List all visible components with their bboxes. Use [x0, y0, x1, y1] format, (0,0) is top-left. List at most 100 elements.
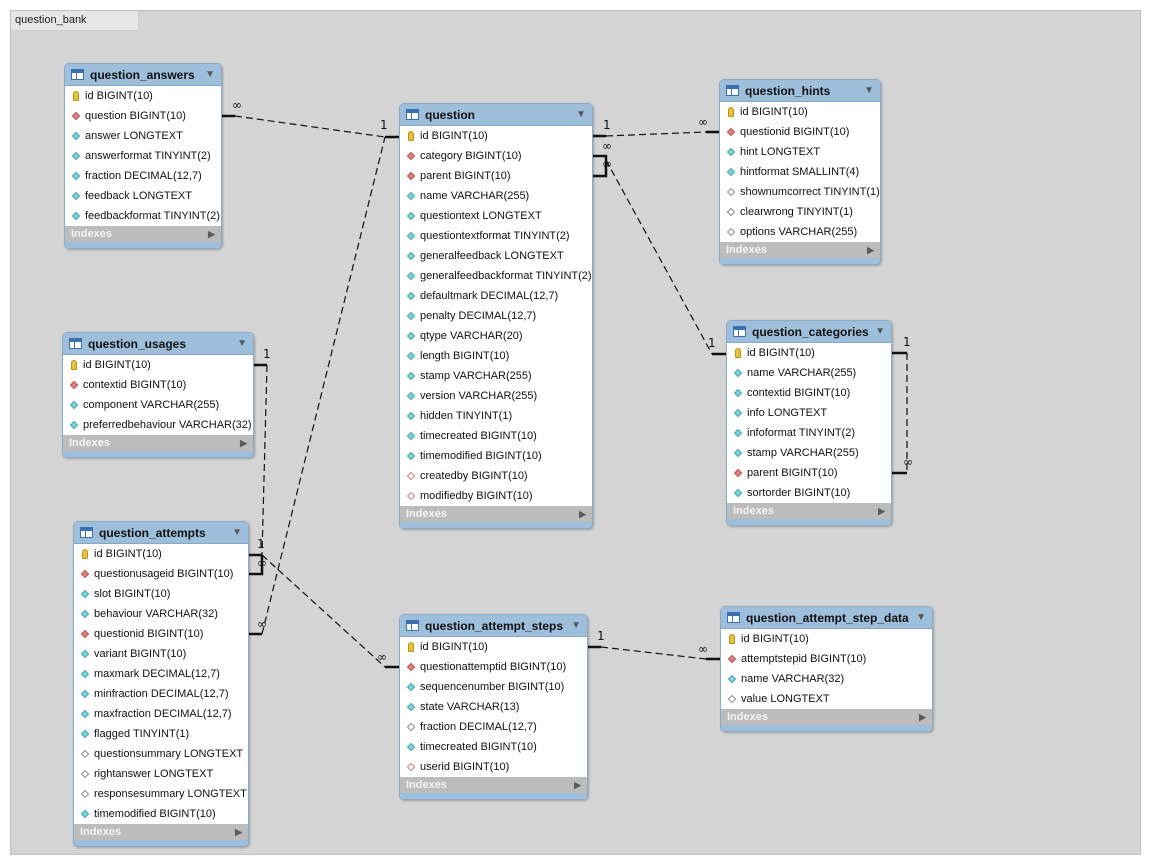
column-row[interactable]: rightanswer LONGTEXT: [74, 764, 248, 784]
column-row[interactable]: defaultmark DECIMAL(12,7): [400, 286, 592, 306]
column-row[interactable]: answer LONGTEXT: [65, 126, 221, 146]
table-question-attempt-step-data[interactable]: question_attempt_step_data ▼ id BIGINT(10)…: [720, 606, 933, 732]
table-question-answers[interactable]: question_answers ▼ id BIGINT(10) question B…: [64, 63, 222, 249]
table-header[interactable]: question_attempt_steps ▼: [400, 615, 587, 637]
column-row[interactable]: timemodified BIGINT(10): [400, 446, 592, 466]
column-row[interactable]: contextid BIGINT(10): [727, 383, 891, 403]
column-row[interactable]: questionid BIGINT(10): [74, 624, 248, 644]
column-row[interactable]: fraction DECIMAL(12,7): [400, 717, 587, 737]
column-row[interactable]: name VARCHAR(32): [721, 669, 932, 689]
column-row[interactable]: stamp VARCHAR(255): [400, 366, 592, 386]
column-row[interactable]: penalty DECIMAL(12,7): [400, 306, 592, 326]
column-row[interactable]: id BIGINT(10): [400, 637, 587, 657]
table-header[interactable]: question_categories ▼: [727, 321, 891, 343]
collapse-triangle-icon[interactable]: ▼: [875, 326, 885, 337]
column-row[interactable]: flagged TINYINT(1): [74, 724, 248, 744]
column-row[interactable]: info LONGTEXT: [727, 403, 891, 423]
column-row[interactable]: hintformat SMALLINT(4): [720, 162, 880, 182]
expand-arrow-icon[interactable]: ▶: [579, 509, 586, 520]
column-row[interactable]: hidden TINYINT(1): [400, 406, 592, 426]
table-header[interactable]: question_attempts ▼: [74, 522, 248, 544]
column-row[interactable]: variant BIGINT(10): [74, 644, 248, 664]
column-row[interactable]: id BIGINT(10): [721, 629, 932, 649]
table-header[interactable]: question_attempt_step_data ▼: [721, 607, 932, 629]
column-row[interactable]: name VARCHAR(255): [400, 186, 592, 206]
table-question-usages[interactable]: question_usages ▼ id BIGINT(10) contextid B…: [62, 332, 254, 458]
column-row[interactable]: parent BIGINT(10): [727, 463, 891, 483]
table-header[interactable]: question ▼: [400, 104, 592, 126]
column-row[interactable]: modifiedby BIGINT(10): [400, 486, 592, 506]
column-row[interactable]: questionusageid BIGINT(10): [74, 564, 248, 584]
collapse-triangle-icon[interactable]: ▼: [576, 109, 586, 120]
column-row[interactable]: sequencenumber BIGINT(10): [400, 677, 587, 697]
column-row[interactable]: preferredbehaviour VARCHAR(32): [63, 415, 253, 435]
column-row[interactable]: feedbackformat TINYINT(2): [65, 206, 221, 226]
column-row[interactable]: answerformat TINYINT(2): [65, 146, 221, 166]
column-row[interactable]: qtype VARCHAR(20): [400, 326, 592, 346]
indexes-section[interactable]: Indexes ▶: [74, 824, 248, 840]
table-question-hints[interactable]: question_hints ▼ id BIGINT(10) questionid B…: [719, 79, 881, 265]
expand-arrow-icon[interactable]: ▶: [574, 780, 581, 791]
column-row[interactable]: stamp VARCHAR(255): [727, 443, 891, 463]
indexes-section[interactable]: Indexes ▶: [721, 709, 932, 725]
expand-arrow-icon[interactable]: ▶: [208, 229, 215, 240]
column-row[interactable]: question BIGINT(10): [65, 106, 221, 126]
table-header[interactable]: question_hints ▼: [720, 80, 880, 102]
column-row[interactable]: id BIGINT(10): [63, 355, 253, 375]
column-row[interactable]: timecreated BIGINT(10): [400, 426, 592, 446]
table-header[interactable]: question_usages ▼: [63, 333, 253, 355]
expand-arrow-icon[interactable]: ▶: [235, 827, 242, 838]
column-row[interactable]: questionsummary LONGTEXT: [74, 744, 248, 764]
column-row[interactable]: id BIGINT(10): [720, 102, 880, 122]
indexes-section[interactable]: Indexes ▶: [400, 777, 587, 793]
column-row[interactable]: name VARCHAR(255): [727, 363, 891, 383]
collapse-triangle-icon[interactable]: ▼: [237, 338, 247, 349]
column-row[interactable]: maxfraction DECIMAL(12,7): [74, 704, 248, 724]
collapse-triangle-icon[interactable]: ▼: [864, 85, 874, 96]
column-row[interactable]: minfraction DECIMAL(12,7): [74, 684, 248, 704]
expand-arrow-icon[interactable]: ▶: [919, 712, 926, 723]
table-question-attempt-steps[interactable]: question_attempt_steps ▼ id BIGINT(10) ques…: [399, 614, 588, 800]
table-question[interactable]: question ▼ id BIGINT(10) category BIGINT(10…: [399, 103, 593, 529]
collapse-triangle-icon[interactable]: ▼: [205, 69, 215, 80]
column-row[interactable]: options VARCHAR(255): [720, 222, 880, 242]
column-row[interactable]: contextid BIGINT(10): [63, 375, 253, 395]
table-header[interactable]: question_answers ▼: [65, 64, 221, 86]
expand-arrow-icon[interactable]: ▶: [878, 506, 885, 517]
column-row[interactable]: id BIGINT(10): [65, 86, 221, 106]
column-row[interactable]: sortorder BIGINT(10): [727, 483, 891, 503]
column-row[interactable]: timecreated BIGINT(10): [400, 737, 587, 757]
indexes-section[interactable]: Indexes ▶: [400, 506, 592, 522]
table-question-categories[interactable]: question_categories ▼ id BIGINT(10) name VA…: [726, 320, 892, 526]
column-row[interactable]: attemptstepid BIGINT(10): [721, 649, 932, 669]
column-row[interactable]: id BIGINT(10): [400, 126, 592, 146]
collapse-triangle-icon[interactable]: ▼: [916, 612, 926, 623]
column-row[interactable]: id BIGINT(10): [727, 343, 891, 363]
column-row[interactable]: hint LONGTEXT: [720, 142, 880, 162]
column-row[interactable]: questionattemptid BIGINT(10): [400, 657, 587, 677]
column-row[interactable]: parent BIGINT(10): [400, 166, 592, 186]
column-row[interactable]: responsesummary LONGTEXT: [74, 784, 248, 804]
indexes-section[interactable]: Indexes ▶: [727, 503, 891, 519]
column-row[interactable]: questiontext LONGTEXT: [400, 206, 592, 226]
column-row[interactable]: slot BIGINT(10): [74, 584, 248, 604]
column-row[interactable]: state VARCHAR(13): [400, 697, 587, 717]
column-row[interactable]: version VARCHAR(255): [400, 386, 592, 406]
column-row[interactable]: category BIGINT(10): [400, 146, 592, 166]
table-question-attempts[interactable]: question_attempts ▼ id BIGINT(10) questionu…: [73, 521, 249, 847]
column-row[interactable]: timemodified BIGINT(10): [74, 804, 248, 824]
expand-arrow-icon[interactable]: ▶: [240, 438, 247, 449]
column-row[interactable]: maxmark DECIMAL(12,7): [74, 664, 248, 684]
column-row[interactable]: behaviour VARCHAR(32): [74, 604, 248, 624]
collapse-triangle-icon[interactable]: ▼: [571, 620, 581, 631]
column-row[interactable]: questionid BIGINT(10): [720, 122, 880, 142]
column-row[interactable]: length BIGINT(10): [400, 346, 592, 366]
column-row[interactable]: value LONGTEXT: [721, 689, 932, 709]
column-row[interactable]: generalfeedback LONGTEXT: [400, 246, 592, 266]
indexes-section[interactable]: Indexes ▶: [63, 435, 253, 451]
column-row[interactable]: clearwrong TINYINT(1): [720, 202, 880, 222]
column-row[interactable]: infoformat TINYINT(2): [727, 423, 891, 443]
expand-arrow-icon[interactable]: ▶: [867, 245, 874, 256]
column-row[interactable]: userid BIGINT(10): [400, 757, 587, 777]
indexes-section[interactable]: Indexes ▶: [720, 242, 880, 258]
